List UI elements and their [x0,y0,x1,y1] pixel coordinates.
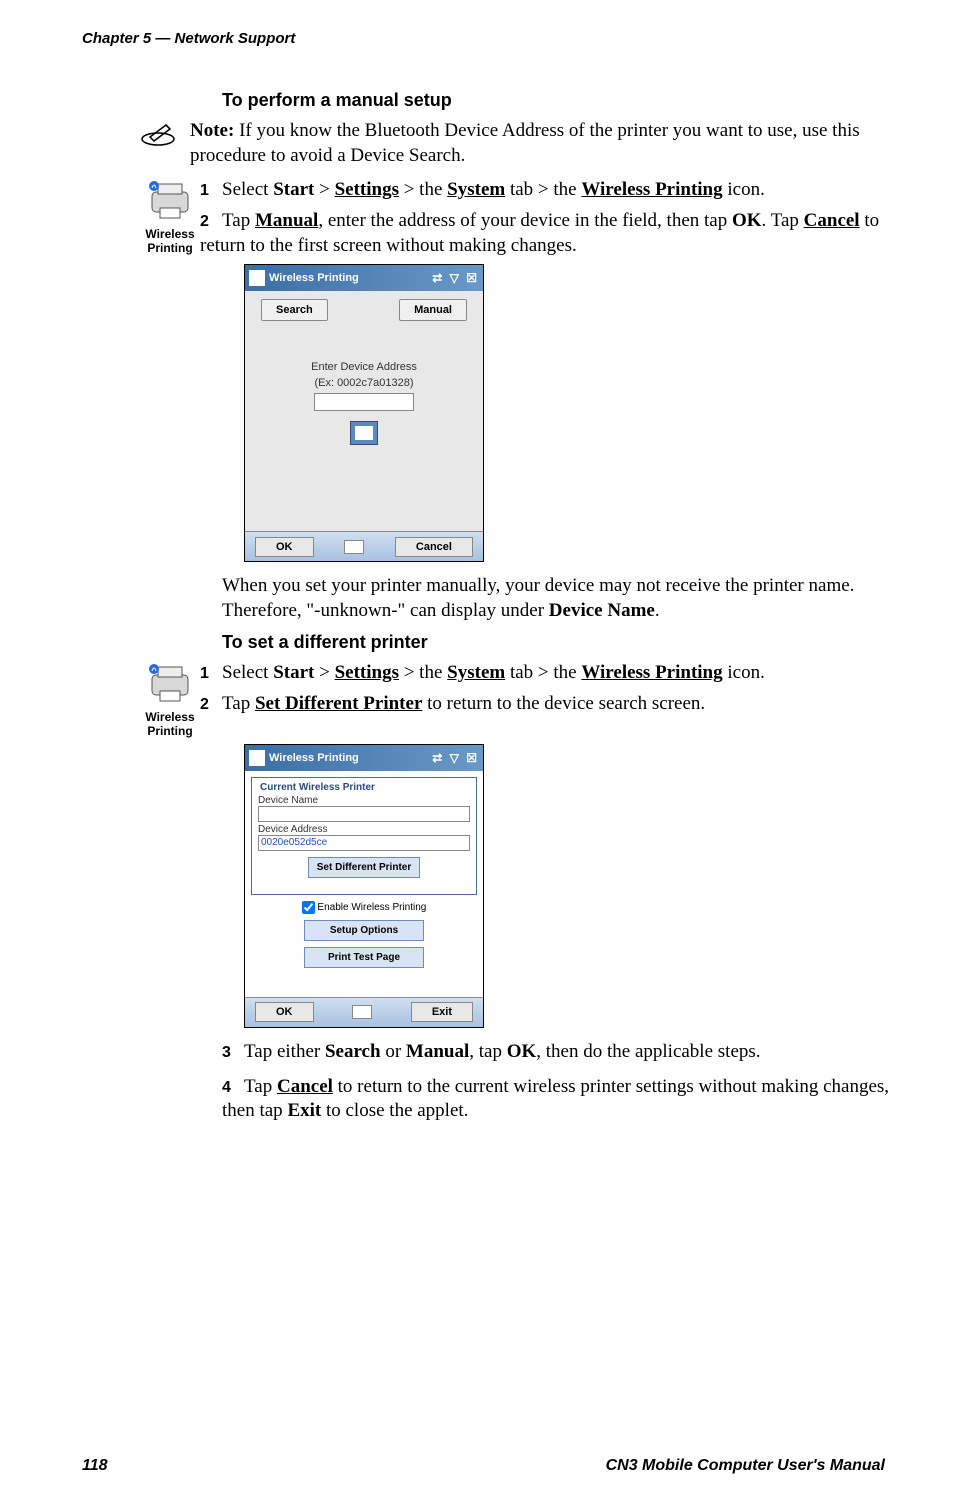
step-2-text: Tap Manual, enter the address of your de… [200,210,879,256]
section2-step-row: Wireless Printing 1 Select Start > Setti… [140,661,890,738]
screenshot2-bottom-bar: OK Exit [245,997,483,1027]
screenshot2-titlebar: Wireless Printing ⇄ ▽ ☒ [245,745,483,771]
s2-step-2-text: Tap Set Different Printer to return to t… [222,693,705,714]
heading-manual-setup: To perform a manual setup [222,90,890,111]
step-1-row: Wireless Printing 1 Select Start > Setti… [140,178,890,258]
start-flag-icon[interactable] [249,270,265,286]
note-row: Note: If you know the Bluetooth Device A… [140,119,890,168]
screenshot2-body: Current Wireless Printer Device Name Dev… [245,771,483,997]
steps-col: 1 Select Start > Settings > the System t… [200,178,890,258]
status-icons: ⇄ ▽ ☒ [432,271,479,285]
screenshot-title: Wireless Printing [269,272,359,284]
ok-button-2[interactable]: OK [255,1002,314,1022]
wireless-printing-app-icon: Wireless Printing [140,178,200,255]
wireless-printing-app-icon-2: Wireless Printing [140,661,200,738]
cancel-button[interactable]: Cancel [395,537,473,557]
screenshot-body: Search Manual Enter Device Address (Ex: … [245,291,483,531]
main-content: To perform a manual setup Note: If you k… [140,90,890,1124]
status-icons-2: ⇄ ▽ ☒ [432,751,479,765]
s2-step-3-text: Tap either Search or Manual, tap OK, the… [244,1041,761,1062]
s2-step-3-number: 3 [222,1044,240,1062]
manual-title: CN3 Mobile Computer User's Manual [606,1457,885,1475]
sip-keyboard-icon[interactable] [344,540,364,554]
s2-step-1-number: 1 [200,665,218,683]
device-address-label: Device Address [258,824,470,835]
current-printer-groupbox: Current Wireless Printer Device Name Dev… [251,777,477,895]
chapter-title: Chapter 5 — Network Support [82,30,295,47]
screenshot2-title: Wireless Printing [269,752,359,764]
section2-steps-col: 1 Select Start > Settings > the System t… [200,661,890,716]
printer-icon-label: Wireless Printing [140,227,200,255]
search-button[interactable]: Search [261,299,328,321]
exit-button[interactable]: Exit [411,1002,473,1022]
step-1-number: 1 [200,182,218,200]
enable-wireless-printing-check[interactable]: Enable Wireless Printing [251,901,477,914]
screenshot-titlebar: Wireless Printing ⇄ ▽ ☒ [245,265,483,291]
enter-address-label-1: Enter Device Address [253,361,475,373]
sip-keyboard-icon-2[interactable] [352,1005,372,1019]
screenshot-manual-setup: Wireless Printing ⇄ ▽ ☒ Search Manual En… [244,264,484,562]
page-footer: 118 CN3 Mobile Computer User's Manual [82,1457,885,1475]
enter-address-label-2: (Ex: 0002c7a01328) [253,377,475,389]
page-header: Chapter 5 — Network Support [82,30,295,47]
heading-different-printer: To set a different printer [222,632,890,653]
enable-checkbox[interactable] [302,901,315,914]
step-2-number: 2 [200,213,218,231]
keyboard-icon[interactable] [350,421,378,445]
printer-icon-label-2: Wireless Printing [140,710,200,738]
device-address-field[interactable]: 0020e052d5ce [258,835,470,851]
s2-step-2-number: 2 [200,696,218,714]
note-text: Note: If you know the Bluetooth Device A… [180,119,890,168]
note-bold: Note: [190,120,234,141]
s2-step-4-text: Tap Cancel to return to the current wire… [222,1076,889,1122]
manual-button[interactable]: Manual [399,299,467,321]
setup-options-button[interactable]: Setup Options [304,920,424,941]
enable-label: Enable Wireless Printing [317,902,426,913]
device-name-label: Device Name [258,795,470,806]
screenshot-current-printer: Wireless Printing ⇄ ▽ ☒ Current Wireless… [244,744,484,1028]
s2-step-1-text: Select Start > Settings > the System tab… [222,662,765,683]
screenshot-bottom-bar: OK Cancel [245,531,483,561]
step-1-text: Select Start > Settings > the System tab… [222,179,765,200]
groupbox-title: Current Wireless Printer [258,782,377,793]
device-name-field[interactable] [258,806,470,822]
ok-button[interactable]: OK [255,537,314,557]
note-body: If you know the Bluetooth Device Address… [190,120,860,166]
device-address-input[interactable] [314,393,414,411]
after-screenshot-text: When you set your printer manually, your… [222,574,890,623]
page-number: 118 [82,1457,108,1475]
start-flag-icon-2[interactable] [249,750,265,766]
note-pencil-icon [140,119,180,152]
s2-step-4-number: 4 [222,1079,240,1097]
set-different-printer-button[interactable]: Set Different Printer [308,857,420,878]
print-test-page-button[interactable]: Print Test Page [304,947,424,968]
